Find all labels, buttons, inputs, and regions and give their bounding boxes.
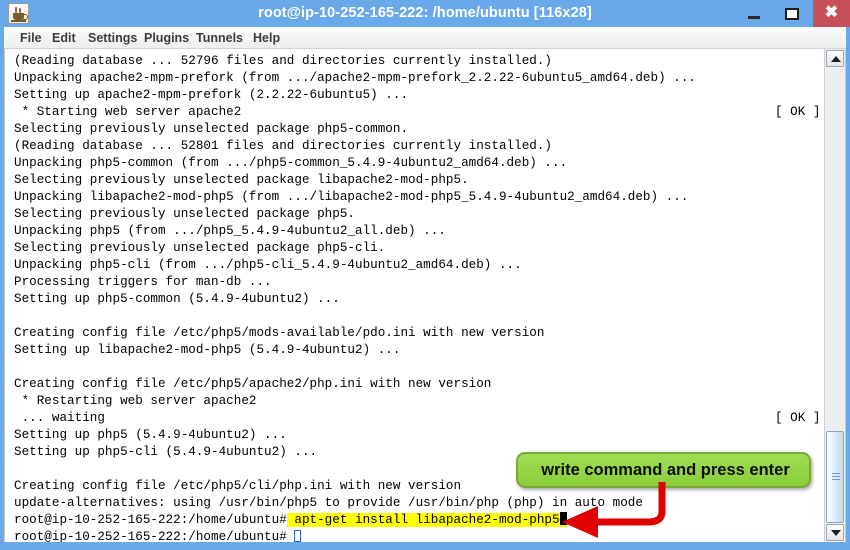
terminal-line-text: * Starting web server apache2	[14, 105, 242, 119]
terminal-line-text: Selecting previously unselected package …	[14, 241, 386, 255]
menu-item-tunnels[interactable]: Tunnels	[192, 27, 247, 49]
text-cursor-idle	[287, 530, 302, 542]
terminal-line-text: Selecting previously unselected package …	[14, 207, 355, 221]
terminal-line: Setting up php5-cli (5.4.9-4ubuntu2) ...	[14, 444, 317, 461]
status-ok-badge: [ OK ]	[775, 411, 821, 425]
menu-bar: File Edit Settings Plugins Tunnels Help	[4, 27, 846, 49]
terminal-line-text: Setting up libapache2-mod-php5 (5.4.9-4u…	[14, 343, 401, 357]
terminal-line: Unpacking php5-common (from .../php5-com…	[14, 155, 567, 172]
maximize-button[interactable]	[775, 0, 809, 27]
terminal-line: Unpacking apache2-mpm-prefork (from .../…	[14, 70, 696, 87]
terminal-line-text: Creating config file /etc/php5/apache2/p…	[14, 377, 492, 391]
terminal-line-text: Selecting previously unselected package …	[14, 173, 469, 187]
window-title: root@ip-10-252-165-222: /home/ubuntu [11…	[258, 5, 592, 21]
terminal-line-text: ... waiting	[14, 411, 105, 425]
terminal-prompt: root@ip-10-252-165-222:/home/ubuntu#	[14, 530, 287, 542]
terminal-line-text: Setting up php5-common (5.4.9-4ubuntu2) …	[14, 292, 340, 306]
terminal-line: Processing triggers for man-db ...	[14, 274, 272, 291]
vertical-scrollbar[interactable]	[824, 49, 845, 542]
terminal-line-text: * Restarting web server apache2	[14, 394, 257, 408]
terminal-line: (Reading database ... 52801 files and di…	[14, 138, 552, 155]
terminal-line: Creating config file /etc/php5/apache2/p…	[14, 376, 491, 393]
terminal-line: Unpacking php5-cli (from .../php5-cli_5.…	[14, 257, 522, 274]
terminal-line-text: Unpacking php5 (from .../php5_5.4.9-4ubu…	[14, 224, 446, 238]
terminal-line-text: (Reading database ... 52796 files and di…	[14, 54, 553, 68]
terminal-line: Setting up apache2-mpm-prefork (2.2.22-6…	[14, 87, 408, 104]
terminal-window: root@ip-10-252-165-222: /home/ubuntu [11…	[0, 0, 850, 550]
text-cursor	[559, 512, 568, 527]
terminal-line-text: Setting up apache2-mpm-prefork (2.2.22-6…	[14, 88, 409, 102]
menu-item-edit[interactable]: Edit	[48, 27, 80, 49]
terminal-line: Setting up php5 (5.4.9-4ubuntu2) ...	[14, 427, 287, 444]
terminal-prompt: root@ip-10-252-165-222:/home/ubuntu#	[14, 513, 287, 527]
terminal-line: Setting up php5-common (5.4.9-4ubuntu2) …	[14, 291, 340, 308]
annotation-callout: write command and press enter	[516, 452, 811, 488]
close-button[interactable]: ✖	[813, 0, 850, 27]
scroll-up-arrow-icon[interactable]	[826, 50, 844, 67]
terminal-line: Selecting previously unselected package …	[14, 172, 469, 189]
typed-command-text[interactable]: apt-get install libapache2-mod-php5	[286, 513, 560, 527]
title-bar: root@ip-10-252-165-222: /home/ubuntu [11…	[0, 0, 850, 27]
minimize-button[interactable]	[737, 0, 771, 27]
terminal-line-text: Setting up php5-cli (5.4.9-4ubuntu2) ...	[14, 445, 318, 459]
terminal-line-text: update-alternatives: using /usr/bin/php5…	[14, 496, 643, 510]
terminal-line: Creating config file /etc/php5/mods-avai…	[14, 325, 544, 342]
terminal-line-text: Setting up php5 (5.4.9-4ubuntu2) ...	[14, 428, 287, 442]
terminal-line-text: Unpacking php5-cli (from .../php5-cli_5.…	[14, 258, 522, 272]
menu-item-settings[interactable]: Settings	[84, 27, 141, 49]
terminal-line-text: Unpacking php5-common (from .../php5-com…	[14, 156, 568, 170]
terminal-line-text: Creating config file /etc/php5/cli/php.i…	[14, 479, 462, 493]
terminal-line-text: (Reading database ... 52801 files and di…	[14, 139, 553, 153]
terminal-command-line[interactable]: root@ip-10-252-165-222:/home/ubuntu# apt…	[14, 512, 568, 529]
terminal-line: Selecting previously unselected package …	[14, 121, 408, 138]
terminal-line: Unpacking libapache2-mod-php5 (from .../…	[14, 189, 688, 206]
terminal-line-text: Unpacking libapache2-mod-php5 (from .../…	[14, 190, 689, 204]
menu-item-help[interactable]: Help	[249, 27, 284, 49]
scroll-down-arrow-icon[interactable]	[826, 524, 844, 541]
terminal-line: * Starting web server apache2 [ OK ]	[14, 104, 821, 121]
menu-item-file[interactable]: File	[16, 27, 46, 49]
terminal-line: ... waiting [ OK ]	[14, 410, 821, 427]
terminal-line-text: Selecting previously unselected package …	[14, 122, 409, 136]
terminal-line: * Restarting web server apache2	[14, 393, 257, 410]
terminal-line: Unpacking php5 (from .../php5_5.4.9-4ubu…	[14, 223, 446, 240]
terminal-line-text: Processing triggers for man-db ...	[14, 275, 272, 289]
scrollbar-thumb[interactable]	[826, 431, 844, 523]
terminal-line: update-alternatives: using /usr/bin/php5…	[14, 495, 643, 512]
terminal-next-prompt-line: root@ip-10-252-165-222:/home/ubuntu#	[14, 529, 302, 542]
scrollbar-grip-icon	[832, 473, 840, 481]
terminal-line: Selecting previously unselected package …	[14, 240, 385, 257]
terminal-line: Setting up libapache2-mod-php5 (5.4.9-4u…	[14, 342, 400, 359]
status-ok-badge: [ OK ]	[775, 105, 821, 119]
terminal-line-text: Unpacking apache2-mpm-prefork (from .../…	[14, 71, 696, 85]
annotation-callout-label: write command and press enter	[541, 461, 790, 479]
close-icon: ✖	[824, 4, 839, 21]
scrollbar-track[interactable]	[826, 68, 844, 523]
terminal-line: Creating config file /etc/php5/cli/php.i…	[14, 478, 461, 495]
terminal-line: (Reading database ... 52796 files and di…	[14, 53, 552, 70]
menu-item-plugins[interactable]: Plugins	[140, 27, 193, 49]
terminal-line-text: Creating config file /etc/php5/mods-avai…	[14, 326, 545, 340]
terminal-line: Selecting previously unselected package …	[14, 206, 355, 223]
